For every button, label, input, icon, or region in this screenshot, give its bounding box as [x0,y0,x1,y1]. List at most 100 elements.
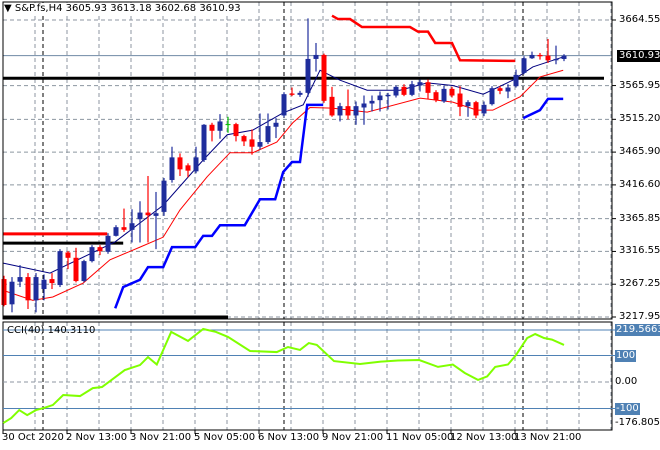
candle-body [153,213,159,216]
ma-fast-line [3,56,564,274]
high-value: 3613.18 [110,3,152,14]
time-tick-label: 2 Nov 13:00 [66,432,128,443]
candle-body [537,54,543,57]
candle-body [385,94,391,97]
candle-body [209,124,215,131]
candle-body [329,96,335,116]
candle-body [289,93,295,95]
candle-body [217,121,223,131]
candle-body [161,180,167,212]
candle-body [433,92,439,101]
candle-body [105,235,111,252]
candle-body [513,74,519,87]
candle-body [249,139,255,147]
low-value: 3602.68 [154,3,197,14]
cci-tick-label: -176.8052 [615,417,660,428]
candle-body [545,55,551,61]
time-tick-label: 30 Oct 2020 [2,432,64,443]
cci-tick-label: 219.5663 [615,324,660,336]
candle-body [121,227,127,230]
symbol-label: S&P.fs,H4 [14,3,63,14]
candle-body [457,93,463,107]
price-tick-label: 3365.85 [619,212,660,224]
price-tick-label: 3217.95 [619,311,660,322]
time-tick-label: 3 Nov 21:00 [130,432,192,443]
candle-body [57,251,63,286]
candle-body [497,88,503,91]
time-tick-label: 5 Nov 05:00 [194,432,256,443]
candle-body [73,257,79,282]
open-value: 3605.93 [65,3,108,14]
channel-low-line [522,97,564,120]
candle-body [89,247,95,262]
time-tick-label: 12 Nov 13:00 [450,432,518,443]
candle-body [17,277,23,282]
candle-body [553,58,559,61]
candle-body [441,88,447,102]
candle-body [313,54,319,59]
price-tick-label: 3267.25 [619,278,660,290]
candle-body [465,102,471,107]
time-tick-label: 6 Nov 13:00 [258,432,320,443]
candle-body [273,122,279,127]
price-tick-label: 3515.20 [619,113,660,125]
candle-body [449,88,455,96]
cci-label: CCI(40) 140.3110 [7,325,96,336]
candle-body [241,136,247,142]
time-tick-label: 13 Nov 21:00 [514,432,582,443]
candle-body [201,124,207,161]
cci-tick-label: 0.00 [615,376,638,387]
candle-body [521,58,527,73]
chart-window: ▼ S&P.fs,H4 3605.93 3613.18 3602.68 3610… [0,0,660,450]
candle-body [481,104,487,114]
candle-body [369,100,375,104]
candle-body [489,88,495,105]
cci-panel-frame [2,321,613,431]
price-tick-label: 3565.95 [619,79,660,91]
channel-low-line [114,103,324,309]
price-tick-label: 3664.55 [619,14,660,25]
candle-body [305,58,311,93]
price-tick-label: 3416.60 [619,178,660,190]
candle-body [225,124,231,126]
candle-body [233,124,239,137]
candle-body [193,157,199,172]
candle-body [145,212,151,216]
candle-body [409,84,415,95]
price-tick-label: 3465.90 [619,146,660,158]
dropdown-triangle-icon[interactable]: ▼ [4,3,12,14]
candle-body [33,277,39,301]
candle-body [257,142,263,147]
candle-body [473,102,479,116]
candle-body [377,95,383,101]
candle-body [417,82,423,86]
candle-body [265,126,271,143]
price-tick-label: 3316.55 [619,245,660,257]
candle-body [113,227,119,236]
candle-body [129,223,135,230]
candle-body [137,212,143,220]
time-tick-label: 11 Nov 05:00 [386,432,454,443]
candle-body [281,94,287,116]
chart-canvas[interactable] [0,0,660,450]
candle-body [361,103,367,108]
candle-body [81,261,87,282]
candle-body [65,252,71,258]
candle-body [9,281,15,305]
candle-body [41,279,47,290]
cci-tick-label: -100 [615,402,640,415]
candle-body [177,157,183,170]
candle-body [529,54,535,59]
candle-body [185,165,191,171]
candle-body [393,86,399,96]
cci-tick-label: 100 [615,349,637,362]
time-tick-label: 9 Nov 21:00 [322,432,384,443]
candle-body [321,54,327,101]
candle-body [169,157,175,180]
candle-body [297,92,303,95]
candle-body [425,82,431,93]
candle-body [505,87,511,92]
candle-body [337,106,343,116]
close-value: 3610.93 [199,3,241,14]
candle-body [401,86,407,95]
